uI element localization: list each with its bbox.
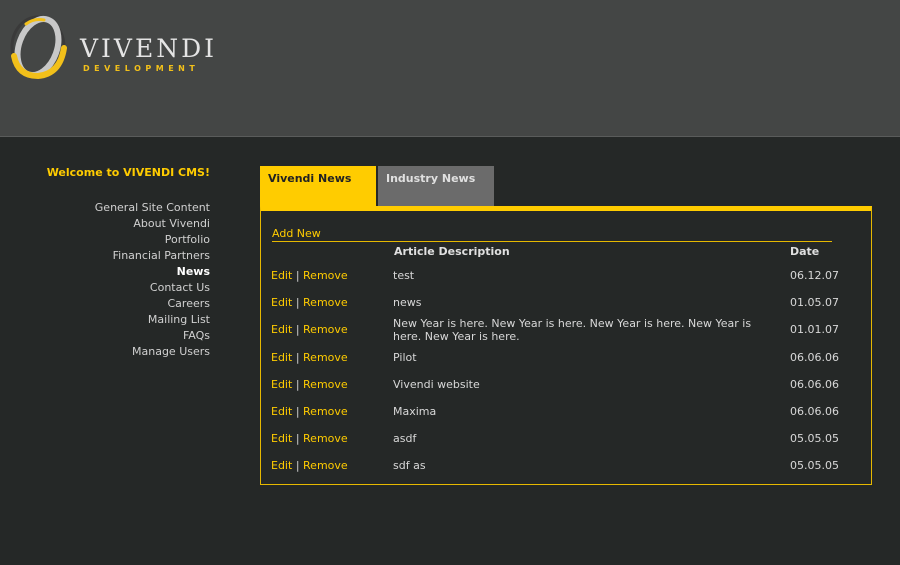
remove-link[interactable]: Remove [303, 323, 348, 336]
remove-link[interactable]: Remove [303, 351, 348, 364]
article-description: sdf as [393, 459, 426, 472]
edit-link[interactable]: Edit [271, 432, 292, 445]
logo-wordmark: VIVENDI [80, 34, 218, 63]
sidebar-item-about-vivendi[interactable]: About Vivendi [95, 216, 210, 232]
edit-link[interactable]: Edit [271, 459, 292, 472]
tab-vivendi-news[interactable]: Vivendi News [260, 166, 376, 206]
remove-link[interactable]: Remove [303, 378, 348, 391]
sidebar-item-general-site-content[interactable]: General Site Content [95, 200, 210, 216]
article-date: 01.01.07 [790, 323, 839, 336]
article-description: New Year is here. New Year is here. New … [393, 317, 752, 343]
divider [272, 241, 832, 242]
sidebar-item-contact-us[interactable]: Contact Us [95, 280, 210, 296]
tab-industry-news[interactable]: Industry News [378, 166, 494, 206]
action-separator: | [295, 378, 300, 391]
article-date: 01.05.07 [790, 296, 839, 309]
row-actions: Edit | Remove [271, 405, 348, 418]
row-actions: Edit | Remove [271, 432, 348, 445]
article-description: news [393, 296, 422, 309]
row-actions: Edit | Remove [271, 459, 348, 472]
action-separator: | [295, 269, 300, 282]
action-separator: | [295, 459, 300, 472]
row-actions: Edit | Remove [271, 296, 348, 309]
sidebar-item-portfolio[interactable]: Portfolio [95, 232, 210, 248]
remove-link[interactable]: Remove [303, 459, 348, 472]
column-header-date: Date [790, 245, 820, 258]
header: VIVENDI DEVELOPMENT [0, 0, 900, 137]
action-separator: | [295, 323, 300, 336]
welcome-message: Welcome to VIVENDI CMS! [46, 166, 210, 179]
action-separator: | [295, 405, 300, 418]
article-date: 05.05.05 [790, 432, 839, 445]
sidebar-item-news[interactable]: News [95, 264, 210, 280]
logo-subtitle: DEVELOPMENT [83, 64, 200, 73]
article-date: 05.05.05 [790, 459, 839, 472]
sidebar-item-faqs[interactable]: FAQs [95, 328, 210, 344]
action-separator: | [295, 351, 300, 364]
remove-link[interactable]: Remove [303, 432, 348, 445]
article-description: Pilot [393, 351, 417, 364]
column-header-description: Article Description [394, 245, 510, 258]
article-description: asdf [393, 432, 417, 445]
remove-link[interactable]: Remove [303, 405, 348, 418]
row-actions: Edit | Remove [271, 323, 348, 336]
edit-link[interactable]: Edit [271, 351, 292, 364]
remove-link[interactable]: Remove [303, 296, 348, 309]
sidebar-item-financial-partners[interactable]: Financial Partners [95, 248, 210, 264]
edit-link[interactable]: Edit [271, 378, 292, 391]
logo-ring-icon [10, 15, 67, 80]
action-separator: | [295, 296, 300, 309]
edit-link[interactable]: Edit [271, 405, 292, 418]
row-actions: Edit | Remove [271, 351, 348, 364]
remove-link[interactable]: Remove [303, 269, 348, 282]
edit-link[interactable]: Edit [271, 296, 292, 309]
article-description: Vivendi website [393, 378, 480, 391]
article-description: test [393, 269, 415, 282]
row-actions: Edit | Remove [271, 378, 348, 391]
news-panel: Add New Article Description Date Edit | … [260, 206, 872, 485]
edit-link[interactable]: Edit [271, 323, 292, 336]
add-new-link[interactable]: Add New [272, 227, 321, 240]
sidebar-item-manage-users[interactable]: Manage Users [95, 344, 210, 360]
article-date: 06.06.06 [790, 351, 839, 364]
sidebar-item-careers[interactable]: Careers [95, 296, 211, 312]
article-date: 06.06.06 [790, 405, 839, 418]
edit-link[interactable]: Edit [271, 269, 292, 282]
action-separator: | [295, 432, 300, 445]
article-description: Maxima [393, 405, 437, 418]
sidebar-item-mailing-list[interactable]: Mailing List [95, 312, 210, 328]
article-date: 06.12.07 [790, 269, 839, 282]
sidebar-nav: General Site Content About Vivendi Portf… [95, 200, 210, 360]
row-actions: Edit | Remove [271, 269, 348, 282]
vivendi-logo[interactable]: VIVENDI DEVELOPMENT [4, 14, 214, 80]
article-date: 06.06.06 [790, 378, 839, 391]
